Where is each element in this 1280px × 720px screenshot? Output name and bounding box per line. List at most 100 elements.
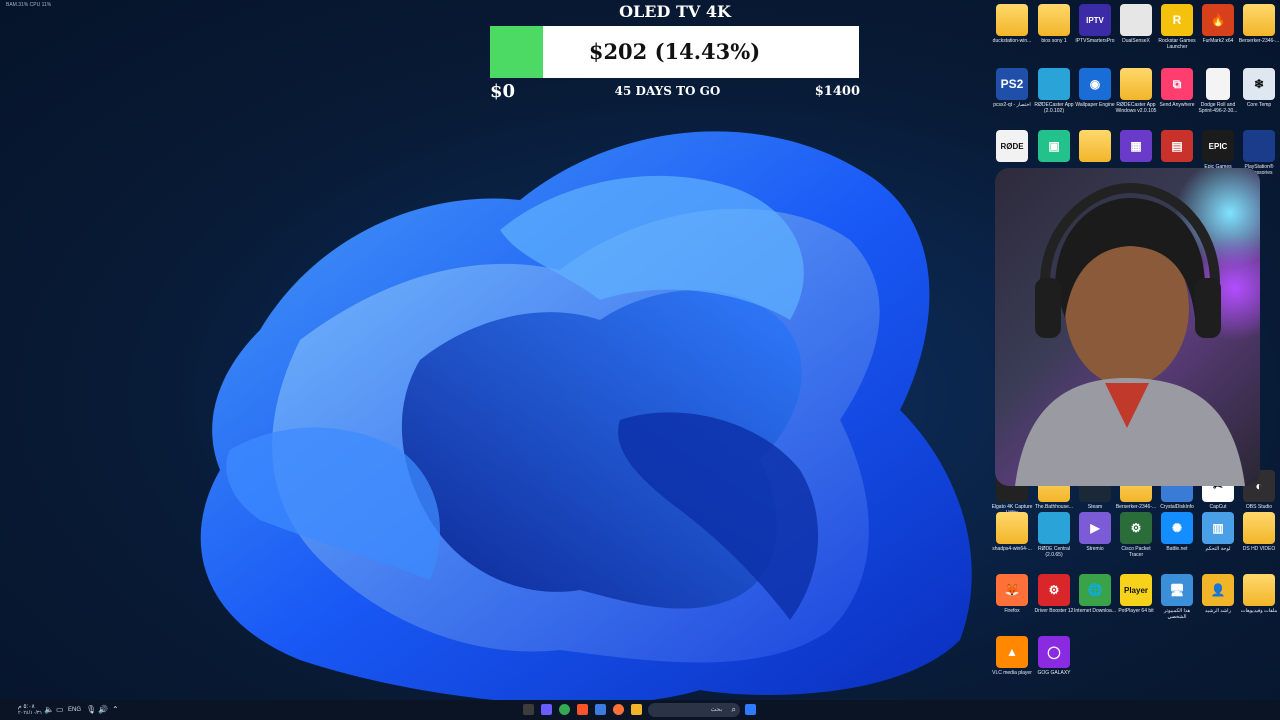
desktop-icon[interactable]: RØDE	[991, 130, 1033, 164]
desktop-icon[interactable]: ✺ Battle.net	[1156, 512, 1198, 552]
app-icon: ▥	[1202, 512, 1234, 544]
brave-taskbar-icon[interactable]	[577, 704, 588, 715]
desktop-icon[interactable]: DualSenseX	[1115, 4, 1157, 44]
desktop-icon[interactable]: 🌐 Internet Downloa...	[1074, 574, 1116, 614]
app-icon: EPIC	[1202, 130, 1234, 162]
search-placeholder: بحث	[710, 707, 722, 713]
app-icon: 👤	[1202, 574, 1234, 606]
copilot-taskbar-icon[interactable]	[541, 704, 552, 715]
network-icon[interactable]: ▭	[56, 705, 64, 714]
firefox-taskbar-icon[interactable]	[613, 704, 624, 715]
desktop-icon-label: Rockstar Games Launcher	[1158, 38, 1196, 50]
file-icon	[1206, 68, 1230, 100]
desktop-icon[interactable]: 🦊 Firefox	[991, 574, 1033, 614]
speaker-icon[interactable]: 🔈	[44, 705, 54, 714]
desktop-icon[interactable]: 🔥 FurMark2 x64	[1197, 4, 1239, 44]
taskbar-clock-time[interactable]: ٥:٠٨ م	[18, 703, 35, 710]
desktop-icon[interactable]: ▥ لوحة التحكم	[1197, 512, 1239, 552]
app-icon	[1038, 68, 1070, 100]
app-icon: ▶	[1079, 512, 1111, 544]
app-icon: ▲	[996, 636, 1028, 668]
desktop-icon-label: IPTVSmartersPro	[1075, 38, 1115, 44]
desktop-icon-label: Internet Downloa...	[1074, 608, 1116, 614]
volume-icon[interactable]: 🔊	[98, 705, 108, 714]
desktop-icon[interactable]: ◯ GOG GALAXY	[1033, 636, 1075, 676]
desktop-icon[interactable]: ▲ VLC media player	[991, 636, 1033, 676]
mic-icon[interactable]: 🎙	[86, 705, 96, 714]
taskbar-clock-date[interactable]: ٢٠٢٤/١٠/٣١	[18, 710, 42, 716]
desktop-icon[interactable]: ▶ Stremio	[1074, 512, 1116, 552]
app-icon: IPTV	[1079, 4, 1111, 36]
app-icon: ▦	[1120, 130, 1152, 162]
desktop-icon-label: CrystalDiskInfo	[1160, 504, 1194, 510]
desktop-icon[interactable]	[1074, 130, 1116, 164]
desktop-icon-label: Firefox	[1004, 608, 1020, 614]
desktop-icon-label: Send Anywhere	[1159, 102, 1195, 108]
goal-start-label: $0	[490, 81, 516, 102]
desktop-icon-label: لوحة التحكم	[1205, 546, 1231, 552]
windows-start-icon[interactable]	[745, 704, 756, 715]
explorer-taskbar-icon[interactable]	[631, 704, 642, 715]
desktop-icon-label: ملفات وفيديوهات	[1240, 608, 1278, 614]
desktop-icon[interactable]: 🖥 هذا الكمبيوتر الشخصي	[1156, 574, 1198, 620]
desktop-icon-label: هذا الكمبيوتر الشخصي	[1163, 608, 1191, 620]
app-icon	[1243, 130, 1275, 162]
desktop-icon[interactable]: ▣	[1033, 130, 1075, 164]
app-icon: ▤	[1161, 130, 1193, 162]
obs-taskbar-icon[interactable]	[523, 704, 534, 715]
desktop-icon[interactable]: ⚙ Driver Booster 12	[1033, 574, 1075, 614]
app-icon: Player	[1120, 574, 1152, 606]
desktop-icon[interactable]: RØDECaster App Windows v2.0.105	[1115, 68, 1157, 114]
desktop-icon-label: RØDECaster App Windows v2.0.105	[1115, 102, 1157, 114]
desktop-icon-label: Battle.net	[1166, 546, 1188, 552]
desktop-icon-label: bios sony 1	[1041, 38, 1067, 44]
desktop-icon-label: Berserker-2346-...	[1115, 504, 1157, 510]
chevron-up-icon[interactable]: ⌃	[112, 705, 119, 714]
desktop-icon-label: GOG GALAXY	[1037, 670, 1071, 676]
desktop-icon[interactable]: ▦	[1115, 130, 1157, 164]
folder-icon	[1120, 68, 1152, 100]
desktop-icon[interactable]: ◉ Wallpaper Engine	[1074, 68, 1116, 108]
desktop-icon[interactable]: DS HD VIDEO	[1238, 512, 1280, 552]
app-icon: 🌐	[1079, 574, 1111, 606]
desktop-icon-label: Dodge Roll and Sprint-496-2-30...	[1198, 102, 1238, 114]
goal-amount: $202 (14.43%)	[588, 39, 761, 64]
desktop-icon[interactable]: RØDE Central (2.0.65)	[1033, 512, 1075, 558]
folder-icon	[1243, 512, 1275, 544]
app-icon: ◯	[1038, 636, 1070, 668]
corner-status-text: BAM.31% CPU 11%	[6, 2, 52, 8]
desktop-icon-label: Berserker-2346-...	[1238, 38, 1280, 44]
taskbar-language[interactable]: ENG	[68, 707, 81, 713]
app-icon: R	[1161, 4, 1193, 36]
desktop-icon[interactable]: PS2 pcsx2-qt - اختصار	[991, 68, 1033, 108]
desktop-icon-label: RØDECaster App (2.0.102)	[1034, 102, 1074, 114]
desktop-icon[interactable]: R Rockstar Games Launcher	[1156, 4, 1198, 50]
desktop-icon[interactable]: Berserker-2346-...	[1238, 4, 1280, 44]
app-icon: ▣	[1038, 130, 1070, 162]
desktop-icon[interactable]: ❄ Core Temp	[1238, 68, 1280, 108]
app-icon: ❄	[1243, 68, 1275, 100]
desktop-icon[interactable]: ⚙ Cisco Packet Tracer	[1115, 512, 1157, 558]
app-icon: RØDE	[996, 130, 1028, 162]
goal-end-label: $1400	[814, 84, 860, 99]
taskbar-search[interactable]: بحث ⌕	[648, 703, 740, 717]
desktop-icon[interactable]: Player PotPlayer 64 bit	[1115, 574, 1157, 614]
desktop-icon-label: RØDE Central (2.0.65)	[1038, 546, 1070, 558]
desktop-icon[interactable]: ملفات وفيديوهات	[1238, 574, 1280, 614]
desktop-icon[interactable]: IPTV IPTVSmartersPro	[1074, 4, 1116, 44]
desktop-icon-label: Driver Booster 12	[1034, 608, 1074, 614]
desktop-icon[interactable]: 👤 راشد الرشيد	[1197, 574, 1239, 614]
store-taskbar-icon[interactable]	[595, 704, 606, 715]
desktop-icon[interactable]: duckstation-win...	[991, 4, 1033, 44]
desktop-icon[interactable]: bios sony 1	[1033, 4, 1075, 44]
desktop-icon[interactable]: ⧉ Send Anywhere	[1156, 68, 1198, 108]
desktop-icon[interactable]: RØDECaster App (2.0.102)	[1033, 68, 1075, 114]
desktop-icon[interactable]: Dodge Roll and Sprint-496-2-30...	[1197, 68, 1239, 114]
desktop-icon[interactable]: ▤	[1156, 130, 1198, 164]
chrome-taskbar-icon[interactable]	[559, 704, 570, 715]
desktop-icon-label: Steam	[1087, 504, 1103, 510]
app-icon: ◉	[1079, 68, 1111, 100]
folder-icon	[1243, 574, 1275, 606]
desktop-icon[interactable]: shadps4-win64-...	[991, 512, 1033, 552]
desktop-icon-label: CapCut	[1209, 504, 1227, 510]
